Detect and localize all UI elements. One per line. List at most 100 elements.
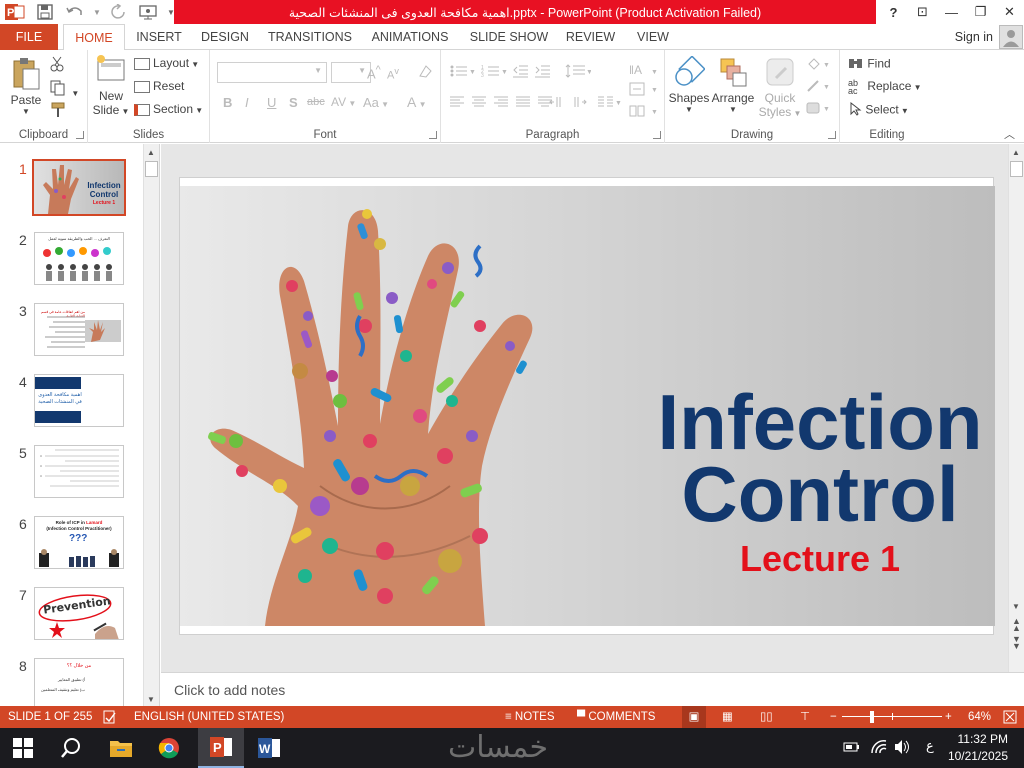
thumbnail-slide-2[interactable]: 2 التعرف ... الحب والطريقة سوية لعمل — [0, 232, 144, 292]
text-direction-icon[interactable]: ǁA ▼ — [629, 60, 659, 83]
thumbnail-slide-7[interactable]: 7 Prevention — [0, 587, 144, 647]
tab-insert[interactable]: INSERT — [130, 24, 188, 50]
restore-button[interactable]: ❐ — [966, 0, 995, 24]
cut-icon[interactable] — [50, 56, 64, 75]
layout-button[interactable]: Layout ▼ — [134, 56, 199, 70]
slide-subtitle[interactable]: Lecture 1 — [650, 538, 990, 580]
tab-transitions[interactable]: TRANSITIONS — [265, 24, 355, 50]
decrease-indent-icon[interactable] — [513, 64, 529, 81]
replace-button[interactable]: ab ac Replace ▼ — [848, 79, 922, 96]
thumbnail-slide-6[interactable]: 6 Role of ICP in Lamard (Infection Contr… — [0, 516, 144, 576]
scroll-up-icon[interactable]: ▲ — [1012, 148, 1020, 157]
thumbnail-image[interactable]: Role of ICP in Lamard (Infection Control… — [34, 516, 124, 569]
normal-view-icon[interactable]: ▣ — [682, 706, 706, 728]
thumbnail-image[interactable]: من خلال ؟؟ أ) تطبيق المعايير ب) تعليم وت… — [34, 658, 124, 706]
reset-button[interactable]: Reset — [134, 79, 184, 93]
notes-toggle[interactable]: ≡ NOTES — [505, 706, 555, 728]
spell-check-icon[interactable] — [103, 706, 117, 728]
strikethrough-button[interactable]: abc — [307, 96, 325, 108]
search-button[interactable] — [48, 728, 94, 768]
help-button[interactable]: ? — [879, 0, 908, 24]
volume-icon[interactable] — [893, 739, 911, 758]
slide-area-scrollbar[interactable]: ▲ ▼ ▲ ▲ ▼ ▼ — [1008, 144, 1024, 672]
copy-icon[interactable]: ▼ — [50, 80, 79, 99]
zoom-slider-thumb[interactable] — [870, 711, 874, 723]
scroll-up-icon[interactable]: ▲ — [147, 148, 155, 157]
bold-button[interactable]: B — [223, 95, 232, 110]
tab-design[interactable]: DESIGN — [195, 24, 255, 50]
zoom-in-button[interactable]: + — [945, 706, 952, 728]
slide-title-line-2[interactable]: Control — [650, 455, 990, 533]
tab-review[interactable]: REVIEW — [563, 24, 618, 50]
thumbnail-image[interactable] — [34, 445, 124, 498]
chrome-button[interactable] — [146, 728, 192, 768]
tab-animations[interactable]: ANIMATIONS — [365, 24, 455, 50]
change-case-button[interactable]: Aa ▼ — [363, 95, 389, 110]
notes-pane[interactable]: Click to add notes — [161, 672, 1024, 706]
reading-view-icon[interactable]: ▯▯ — [760, 706, 773, 728]
tab-home[interactable]: HOME — [63, 24, 125, 51]
system-clock[interactable]: 11:32 PM 10/21/2025 — [948, 731, 1008, 765]
justify-icon[interactable] — [515, 96, 531, 111]
bullets-icon[interactable]: ▼ — [449, 64, 476, 81]
new-slide-button[interactable]: New Slide ▼ — [92, 54, 130, 117]
start-from-beginning-icon[interactable] — [134, 0, 164, 24]
shapes-button[interactable]: Shapes ▼ — [668, 55, 710, 114]
slide-show-icon[interactable]: ⊤ — [800, 706, 810, 728]
increase-indent-icon[interactable] — [535, 64, 551, 81]
columns-icon[interactable]: ▼ — [597, 96, 623, 111]
collapse-ribbon-icon[interactable]: ︿ — [1004, 126, 1015, 142]
thumbnail-image[interactable]: من اهم اتفاقات عامة في قسم العناية الطبي… — [34, 303, 124, 356]
shadow-button[interactable]: S — [289, 95, 298, 110]
shrink-font-button[interactable]: Av — [387, 66, 399, 82]
align-left-icon[interactable] — [449, 96, 465, 111]
right-to-left-icon[interactable] — [549, 96, 565, 111]
font-name-combo[interactable]: ▼ — [217, 62, 327, 83]
sign-in-link[interactable]: Sign in — [955, 24, 993, 50]
font-size-combo[interactable]: ▼ — [331, 62, 371, 83]
numbering-icon[interactable]: 1 2 3 ▼ — [481, 64, 508, 81]
avatar[interactable] — [999, 25, 1023, 49]
zoom-level[interactable]: 64% — [968, 706, 991, 728]
tab-view[interactable]: VIEW — [628, 24, 678, 50]
tab-slide-show[interactable]: SLIDE SHOW — [465, 24, 553, 50]
underline-button[interactable]: U — [267, 95, 276, 110]
minimize-button[interactable]: — — [937, 0, 966, 24]
next-slide-icon[interactable]: ▼ ▼ — [1012, 635, 1021, 651]
thumbnail-slide-1[interactable]: 1 Infection Control Lecture 1 — [0, 159, 144, 221]
line-spacing-icon[interactable]: ▼ — [565, 64, 593, 81]
find-button[interactable]: Find — [848, 56, 891, 73]
copy-dropdown-icon[interactable]: ▼ — [71, 89, 79, 98]
thumbnail-slide-5[interactable]: 5 — [0, 445, 144, 505]
shape-outline-icon[interactable]: ▼ — [805, 78, 833, 97]
powerpoint-app-icon[interactable]: P — [0, 0, 30, 24]
start-button[interactable] — [0, 728, 46, 768]
close-button[interactable]: ✕ — [995, 0, 1024, 24]
shape-fill-icon[interactable]: ▼ — [805, 56, 833, 75]
clipboard-launcher-icon[interactable] — [76, 131, 84, 139]
save-icon[interactable] — [30, 0, 60, 24]
align-right-icon[interactable] — [493, 96, 509, 111]
previous-slide-icon[interactable]: ▲ ▲ — [1012, 617, 1021, 633]
drawing-launcher-icon[interactable] — [828, 131, 836, 139]
section-button[interactable]: Section ▼ — [134, 102, 203, 116]
thumbnail-slide-8[interactable]: 8 من خلال ؟؟ أ) تطبيق المعايير ب) تعليم … — [0, 658, 144, 706]
scroll-thumb[interactable] — [1010, 161, 1023, 177]
thumbnail-image[interactable]: اهمية مكافحة العدوى في المنشئات الصحية — [34, 374, 124, 427]
italic-button[interactable]: I — [245, 95, 249, 110]
format-painter-icon[interactable] — [50, 102, 66, 121]
center-icon[interactable] — [471, 96, 487, 111]
font-launcher-icon[interactable] — [429, 131, 437, 139]
fit-slide-icon[interactable] — [1003, 706, 1017, 728]
wifi-icon[interactable] — [870, 739, 888, 758]
current-slide[interactable]: Infection Control Lecture 1 — [179, 177, 995, 635]
clear-formatting-icon[interactable] — [417, 63, 433, 82]
comments-toggle[interactable]: ▀ COMMENTS — [577, 706, 655, 728]
quick-styles-button[interactable]: Quick Styles ▼ — [757, 56, 803, 119]
grow-font-button[interactable]: A^ — [367, 64, 381, 81]
thumbnail-slide-4[interactable]: 4 اهمية مكافحة العدوى في المنشئات الصحية — [0, 374, 144, 434]
battery-icon[interactable] — [843, 740, 861, 757]
font-color-button[interactable]: A ▼ — [407, 94, 426, 110]
undo-dropdown-icon[interactable]: ▼ — [90, 0, 104, 24]
thumbnails-scrollbar[interactable]: ▲ ▼ — [143, 144, 159, 706]
